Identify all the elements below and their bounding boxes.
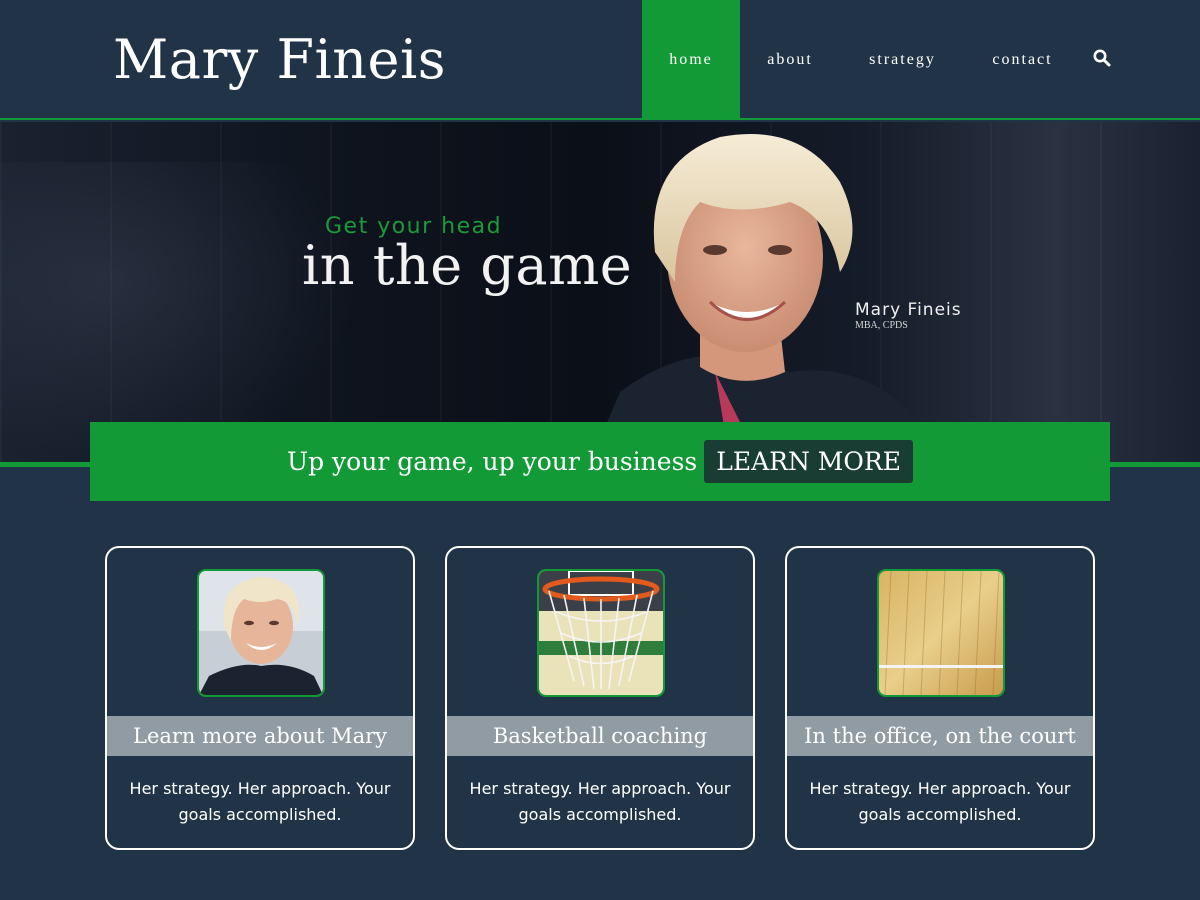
learn-more-button[interactable]: LEARN MORE [704, 440, 913, 483]
mary-portrait-image[interactable] [197, 569, 325, 697]
card-basketball-coaching[interactable]: Basketball coaching Her strategy. Her ap… [445, 546, 755, 850]
site-header: Mary Fineis home about strategy contact [0, 0, 1200, 120]
hero-portrait-image [590, 134, 930, 462]
hero-name: Mary Fineis [855, 300, 962, 320]
hero-banner: Get your head in the game Mary Fineis MB… [0, 122, 1200, 462]
search-icon[interactable] [1092, 48, 1112, 68]
card-description: Her strategy. Her approach. Your goals a… [129, 779, 391, 824]
card-about-mary[interactable]: Learn more about Mary Her strategy. Her … [105, 546, 415, 850]
card-office-court[interactable]: In the office, on the court Her strategy… [785, 546, 1095, 850]
hardwood-court-image[interactable] [877, 569, 1005, 697]
cta-text: Up your game, up your business [287, 447, 698, 476]
basketball-hoop-image[interactable] [537, 569, 665, 697]
card-title[interactable]: Basketball coaching [447, 716, 753, 756]
cta-bar: Up your game, up your business LEARN MOR… [90, 422, 1110, 501]
site-title[interactable]: Mary Fineis [113, 28, 446, 91]
nav-item-strategy[interactable]: strategy [840, 0, 965, 120]
card-description: Her strategy. Her approach. Your goals a… [469, 779, 731, 824]
nav-item-contact[interactable]: contact [965, 0, 1080, 120]
card-description: Her strategy. Her approach. Your goals a… [809, 779, 1071, 824]
card-title[interactable]: In the office, on the court [787, 716, 1093, 756]
nav-item-home[interactable]: home [642, 0, 740, 120]
main-nav: home about strategy contact [642, 0, 1080, 120]
hero-credentials: MBA, CPDS [855, 320, 908, 331]
hero-tagline-big: in the game [302, 234, 633, 297]
card-title[interactable]: Learn more about Mary [107, 716, 413, 756]
nav-item-about[interactable]: about [740, 0, 840, 120]
